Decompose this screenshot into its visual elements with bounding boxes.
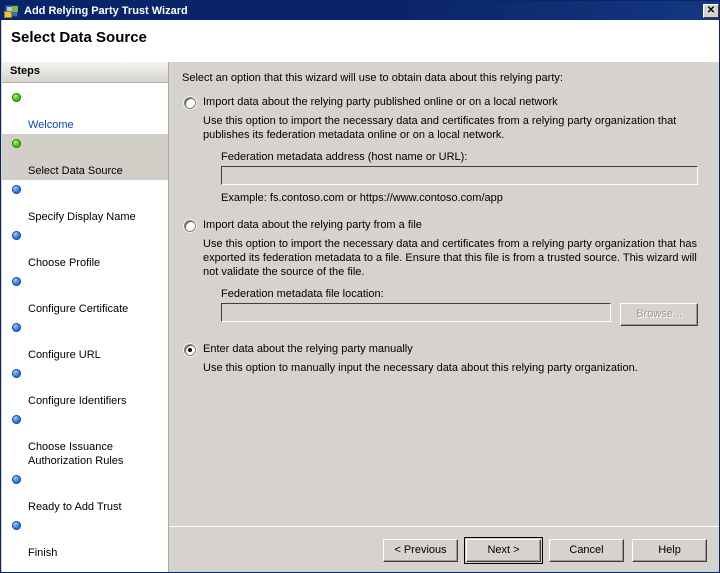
sidebar-item-label: Specify Display Name	[28, 211, 136, 223]
radio-enter-manually-label: Enter data about the relying party manua…	[203, 343, 413, 355]
file-location-row: Browse...	[221, 303, 698, 326]
sidebar-item-label: Choose Profile	[28, 257, 100, 269]
sidebar-item-choose-profile[interactable]: Choose Profile	[2, 226, 168, 272]
steps-header-label: Steps	[10, 65, 40, 77]
close-icon[interactable]: ✕	[703, 4, 719, 18]
sidebar-item-choose-issuance-authorization-rules[interactable]: Choose Issuance Authorization Rules	[2, 410, 168, 470]
sidebar-item-label: Configure Certificate	[28, 303, 128, 315]
radio-import-online-label: Import data about the relying party publ…	[203, 96, 558, 108]
metadata-address-row	[221, 166, 698, 185]
step-bullet-icon	[12, 521, 21, 530]
radio-enter-manually-row[interactable]: Enter data about the relying party manua…	[182, 343, 706, 358]
metadata-address-example: Example: fs.contoso.com or https://www.c…	[221, 192, 698, 204]
wizard-icon	[4, 3, 20, 19]
radio-enter-manually[interactable]	[184, 344, 196, 356]
footer: < Previous Next > Cancel Help	[170, 528, 720, 573]
radio-import-online-row[interactable]: Import data about the relying party publ…	[182, 96, 706, 111]
sidebar-item-select-data-source[interactable]: Select Data Source	[2, 134, 168, 180]
step-bullet-icon	[12, 93, 21, 102]
page-title: Select Data Source	[11, 29, 147, 46]
sidebar-item-label: Select Data Source	[28, 165, 123, 177]
metadata-address-label: Federation metadata address (host name o…	[221, 151, 698, 163]
option-import-file: Import data about the relying party from…	[182, 219, 706, 326]
file-location-group: Federation metadata file location: Brows…	[221, 288, 706, 326]
sidebar-item-configure-url[interactable]: Configure URL	[2, 318, 168, 364]
sidebar-item-label: Choose Issuance Authorization Rules	[28, 441, 123, 467]
main-panel: Select an option that this wizard will u…	[170, 62, 720, 573]
radio-import-file-label: Import data about the relying party from…	[203, 219, 422, 231]
title-bar: Add Relying Party Trust Wizard ✕	[1, 1, 720, 20]
step-bullet-icon	[12, 323, 21, 332]
main-content: Select an option that this wizard will u…	[170, 62, 720, 526]
cancel-button[interactable]: Cancel	[549, 539, 624, 562]
step-bullet-icon	[12, 475, 21, 484]
option-import-file-description: Use this option to import the necessary …	[203, 237, 706, 279]
sidebar-item-specify-display-name[interactable]: Specify Display Name	[2, 180, 168, 226]
sidebar-item-label: Ready to Add Trust	[28, 501, 122, 513]
option-import-online-description: Use this option to import the necessary …	[203, 114, 706, 142]
metadata-address-input[interactable]	[221, 166, 698, 185]
sidebar-item-label: Welcome	[28, 119, 74, 131]
option-enter-manually: Enter data about the relying party manua…	[182, 343, 706, 375]
browse-button[interactable]: Browse...	[620, 303, 698, 326]
body-area: Steps Welcome Select Data Source Specify…	[2, 62, 720, 573]
sidebar-item-welcome[interactable]: Welcome	[2, 88, 168, 134]
help-button[interactable]: Help	[632, 539, 707, 562]
sidebar-item-configure-certificate[interactable]: Configure Certificate	[2, 272, 168, 318]
step-bullet-icon	[12, 277, 21, 286]
radio-import-file-row[interactable]: Import data about the relying party from…	[182, 219, 706, 234]
file-location-label: Federation metadata file location:	[221, 288, 698, 300]
steps-header: Steps	[2, 62, 168, 83]
step-bullet-icon	[12, 231, 21, 240]
step-bullet-icon	[12, 185, 21, 194]
sidebar-item-finish[interactable]: Finish	[2, 516, 168, 562]
page-header: Select Data Source	[2, 20, 720, 62]
option-import-online: Import data about the relying party publ…	[182, 96, 706, 204]
metadata-address-group: Federation metadata address (host name o…	[221, 151, 706, 204]
sidebar-item-ready-to-add-trust[interactable]: Ready to Add Trust	[2, 470, 168, 516]
option-enter-manually-description: Use this option to manually input the ne…	[203, 361, 706, 375]
instruction-text: Select an option that this wizard will u…	[182, 72, 706, 84]
step-bullet-icon	[12, 415, 21, 424]
file-location-input[interactable]	[221, 303, 611, 322]
sidebar-item-label: Configure URL	[28, 349, 101, 361]
sidebar-item-label: Finish	[28, 547, 57, 559]
step-bullet-icon	[12, 369, 21, 378]
sidebar-item-label: Configure Identifiers	[28, 395, 126, 407]
sidebar-item-configure-identifiers[interactable]: Configure Identifiers	[2, 364, 168, 410]
radio-import-online[interactable]	[184, 97, 196, 109]
previous-button[interactable]: < Previous	[383, 539, 458, 562]
window-title: Add Relying Party Trust Wizard	[24, 5, 703, 17]
steps-sidebar: Steps Welcome Select Data Source Specify…	[2, 62, 169, 573]
footer-buttons: < Previous Next > Cancel Help	[383, 539, 707, 562]
step-bullet-icon	[12, 139, 21, 148]
wizard-window: Add Relying Party Trust Wizard ✕ Select …	[0, 0, 720, 573]
radio-import-file[interactable]	[184, 220, 196, 232]
steps-list: Welcome Select Data Source Specify Displ…	[2, 83, 168, 562]
next-button[interactable]: Next >	[466, 539, 541, 562]
